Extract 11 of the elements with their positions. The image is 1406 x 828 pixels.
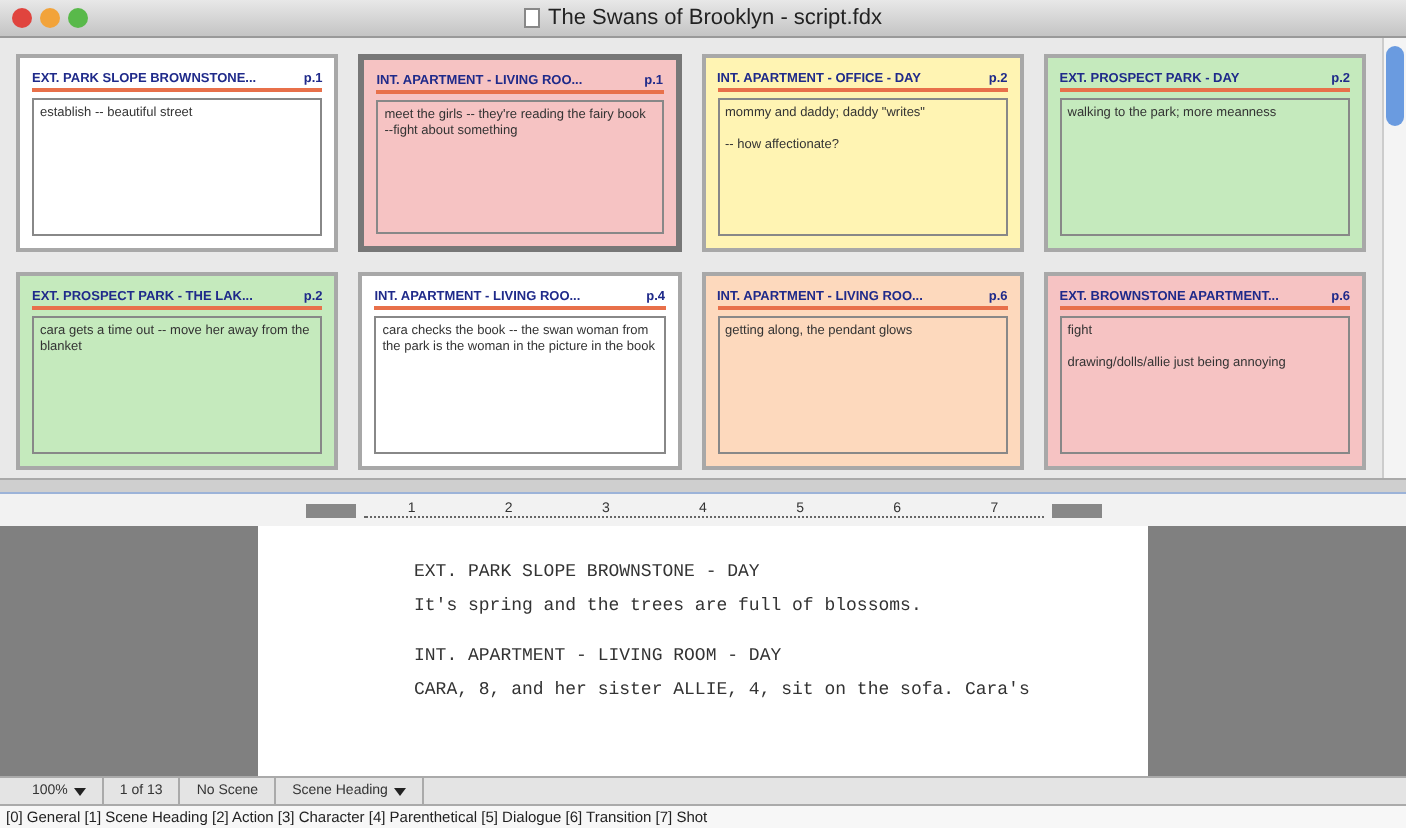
action-line: It's spring and the trees are full of blossoms. <box>414 596 924 616</box>
margin-marker <box>1051 503 1101 517</box>
caret-icon <box>73 787 86 795</box>
action-line: CARA, 8, and her sister ALLIE, 4, sit on the sofa. Cara's <box>414 680 1032 700</box>
scrollbar[interactable] <box>1382 38 1406 478</box>
window-title: The Swans of Brooklyn - script.fdx <box>548 6 882 30</box>
scene-heading: INT. APARTMENT - LIVING ROOM - DAY <box>414 646 784 666</box>
caret-icon <box>393 787 406 795</box>
scene-heading: EXT. PARK SLOPE BROWNSTONE - DAY <box>414 562 762 582</box>
document-icon <box>524 8 541 28</box>
margin-marker <box>305 503 355 517</box>
